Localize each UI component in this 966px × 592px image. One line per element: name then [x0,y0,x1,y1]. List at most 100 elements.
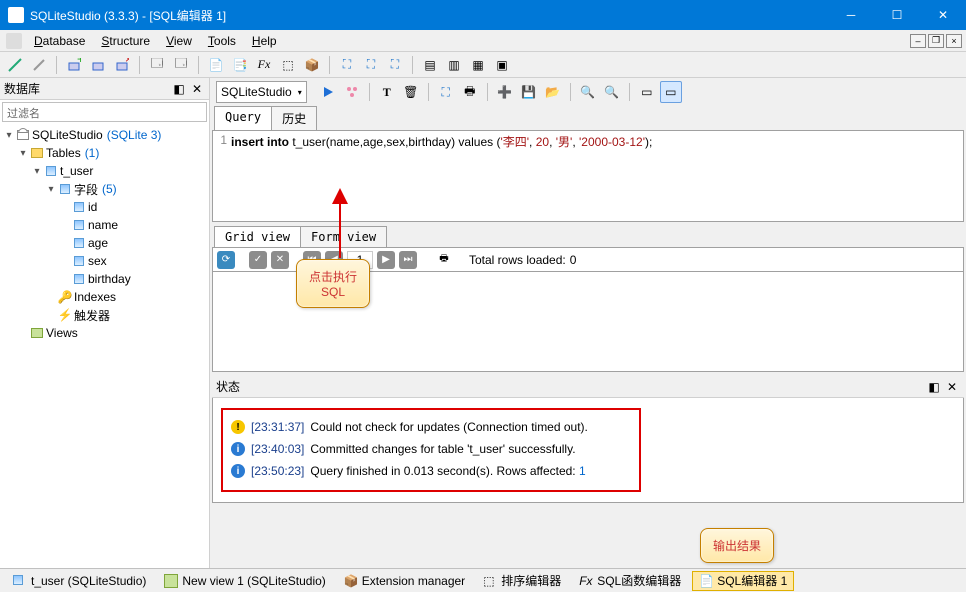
view-toggle-1[interactable]: ▭ [636,81,658,103]
export-icon[interactable]: ⛶ [435,81,457,103]
sb-new-view[interactable]: New view 1 (SQLiteStudio) [157,571,332,591]
tab-query[interactable]: Query [214,106,272,130]
tool-icon-3[interactable]: 📄 [205,54,227,76]
db-tree[interactable]: ▾SQLiteStudio (SQLite 3) ▾Tables(1) ▾t_u… [0,124,209,568]
menu-view[interactable]: View [158,32,200,50]
fields-count: (5) [102,182,117,196]
tables-count: (1) [85,146,100,160]
layout-icon-3[interactable]: ▦ [467,54,489,76]
remove-db-icon[interactable]: × [111,54,133,76]
print-icon[interactable]: 🖶 [459,81,481,103]
tool-icon-4[interactable]: 📑 [229,54,251,76]
panel-float-icon[interactable]: ◧ [171,81,187,97]
tab-grid-view[interactable]: Grid view [214,226,301,247]
sql-editor-panel: SQLiteStudio▾ T 🗑 ⛶ 🖶 ➕ 💾 📂 🔍 🔍 ▭ ▭ Quer… [210,78,966,568]
mdi-controls: – ❐ × [910,34,966,48]
status-body: ! [23:31:37] Could not check for updates… [212,398,964,503]
sb-fn-editor[interactable]: FxSQL函数编辑器 [572,571,688,591]
status-msg-2: i [23:40:03] Committed changes for table… [231,438,631,460]
connect-icon[interactable] [4,54,26,76]
layout-icon-1[interactable]: ▤ [419,54,441,76]
maximize-button[interactable]: ☐ [874,0,920,30]
status-panel: 状态 ◧ ✕ ! [23:31:37] Could not check for … [210,376,966,505]
svg-text:×: × [125,58,129,66]
tool-icon-6[interactable]: 📦 [301,54,323,76]
tree-triggers-row[interactable]: ⚡触发器 [2,306,207,324]
clear-icon[interactable]: 🗑 [400,81,422,103]
search-next-icon[interactable]: 🔍 [601,81,623,103]
menu-help[interactable]: Help [244,32,285,50]
menu-tools[interactable]: Tools [200,32,244,50]
editor-toolbar: SQLiteStudio▾ T 🗑 ⛶ 🖶 ➕ 💾 📂 🔍 🔍 ▭ ▭ [210,78,966,106]
db-selector[interactable]: SQLiteStudio▾ [216,81,307,103]
rollback-icon[interactable]: ✕ [271,251,289,269]
tool-icon-7[interactable]: ⛶ [384,54,406,76]
tree-db-row[interactable]: ▾SQLiteStudio (SQLite 3) [2,126,207,144]
tree-fields-row[interactable]: ▾字段(5) [2,180,207,198]
tool-icon-1[interactable]: 🗔 [146,54,168,76]
filter-input[interactable]: 过滤名 [2,102,207,122]
next-page-icon[interactable]: ▶ [377,251,395,269]
mdi-minimize[interactable]: – [910,34,926,48]
tree-col-birthday[interactable]: birthday [2,270,207,288]
tree-col-name[interactable]: name [2,216,207,234]
panel-close-icon[interactable]: ✕ [189,81,205,97]
mdi-close[interactable]: × [946,34,962,48]
svg-text:+: + [77,58,81,66]
window-controls: ─ ☐ ✕ [828,0,966,30]
fx-icon[interactable]: Fx [253,54,275,76]
total-rows-label: Total rows loaded: [469,253,566,267]
menu-structure[interactable]: Structure [93,32,158,50]
status-message-box: ! [23:31:37] Could not check for updates… [221,408,641,492]
format-icon[interactable]: T [376,81,398,103]
collapse-icon[interactable]: ⛶ [360,54,382,76]
tree-col-sex[interactable]: sex [2,252,207,270]
tree-col-age[interactable]: age [2,234,207,252]
tree-indexes-row[interactable]: 🔑Indexes [2,288,207,306]
info-icon: i [231,464,245,478]
minimize-button[interactable]: ─ [828,0,874,30]
db-name: SQLiteStudio [32,128,103,142]
status-float-icon[interactable]: ◧ [926,379,942,395]
edit-db-icon[interactable] [87,54,109,76]
tab-history[interactable]: 历史 [271,106,317,130]
grid-tabs: Grid view Form view [210,226,966,247]
tool-icon-5[interactable]: ⬚ [277,54,299,76]
search-icon[interactable]: 🔍 [577,81,599,103]
tree-col-id[interactable]: id [2,198,207,216]
grid-print-icon[interactable]: 🖶 [435,251,453,269]
close-button[interactable]: ✕ [920,0,966,30]
last-page-icon[interactable]: ⏭ [399,251,417,269]
expand-icon[interactable]: ⛶ [336,54,358,76]
tab-form-view[interactable]: Form view [300,226,387,247]
execute-icon[interactable] [317,81,339,103]
layout-icon-2[interactable]: ▥ [443,54,465,76]
explain-icon[interactable] [341,81,363,103]
view-toggle-2[interactable]: ▭ [660,81,682,103]
commit-icon[interactable]: ✓ [249,251,267,269]
sb-t-user[interactable]: t_user (SQLiteStudio) [6,571,153,591]
sb-sql-editor[interactable]: 📄SQL编辑器 1 [692,571,794,591]
sb-ext-manager[interactable]: 📦Extension manager [337,571,472,591]
warn-icon: ! [231,420,245,434]
new-icon[interactable]: ➕ [494,81,516,103]
disconnect-icon[interactable] [28,54,50,76]
tree-views-row[interactable]: Views [2,324,207,342]
add-db-icon[interactable]: + [63,54,85,76]
db-panel-title: 数据库 [4,80,169,97]
sql-editor[interactable]: 1 insert into t_user(name,age,sex,birthd… [212,130,964,222]
tree-table-row[interactable]: ▾t_user [2,162,207,180]
tool-icon-2[interactable]: 🗔 [170,54,192,76]
menu-database[interactable]: Database [26,32,93,50]
status-bar: t_user (SQLiteStudio) New view 1 (SQLite… [0,568,966,592]
status-title: 状态 [216,378,924,395]
status-close-icon[interactable]: ✕ [944,379,960,395]
sb-sort-editor[interactable]: ⬚排序编辑器 [476,571,568,591]
layout-icon-4[interactable]: ▣ [491,54,513,76]
db-panel-header: 数据库 ◧ ✕ [0,78,209,100]
open-icon[interactable]: 📂 [542,81,564,103]
refresh-icon[interactable]: ⟳ [217,251,235,269]
tree-tables-row[interactable]: ▾Tables(1) [2,144,207,162]
mdi-restore[interactable]: ❐ [928,34,944,48]
save-icon[interactable]: 💾 [518,81,540,103]
